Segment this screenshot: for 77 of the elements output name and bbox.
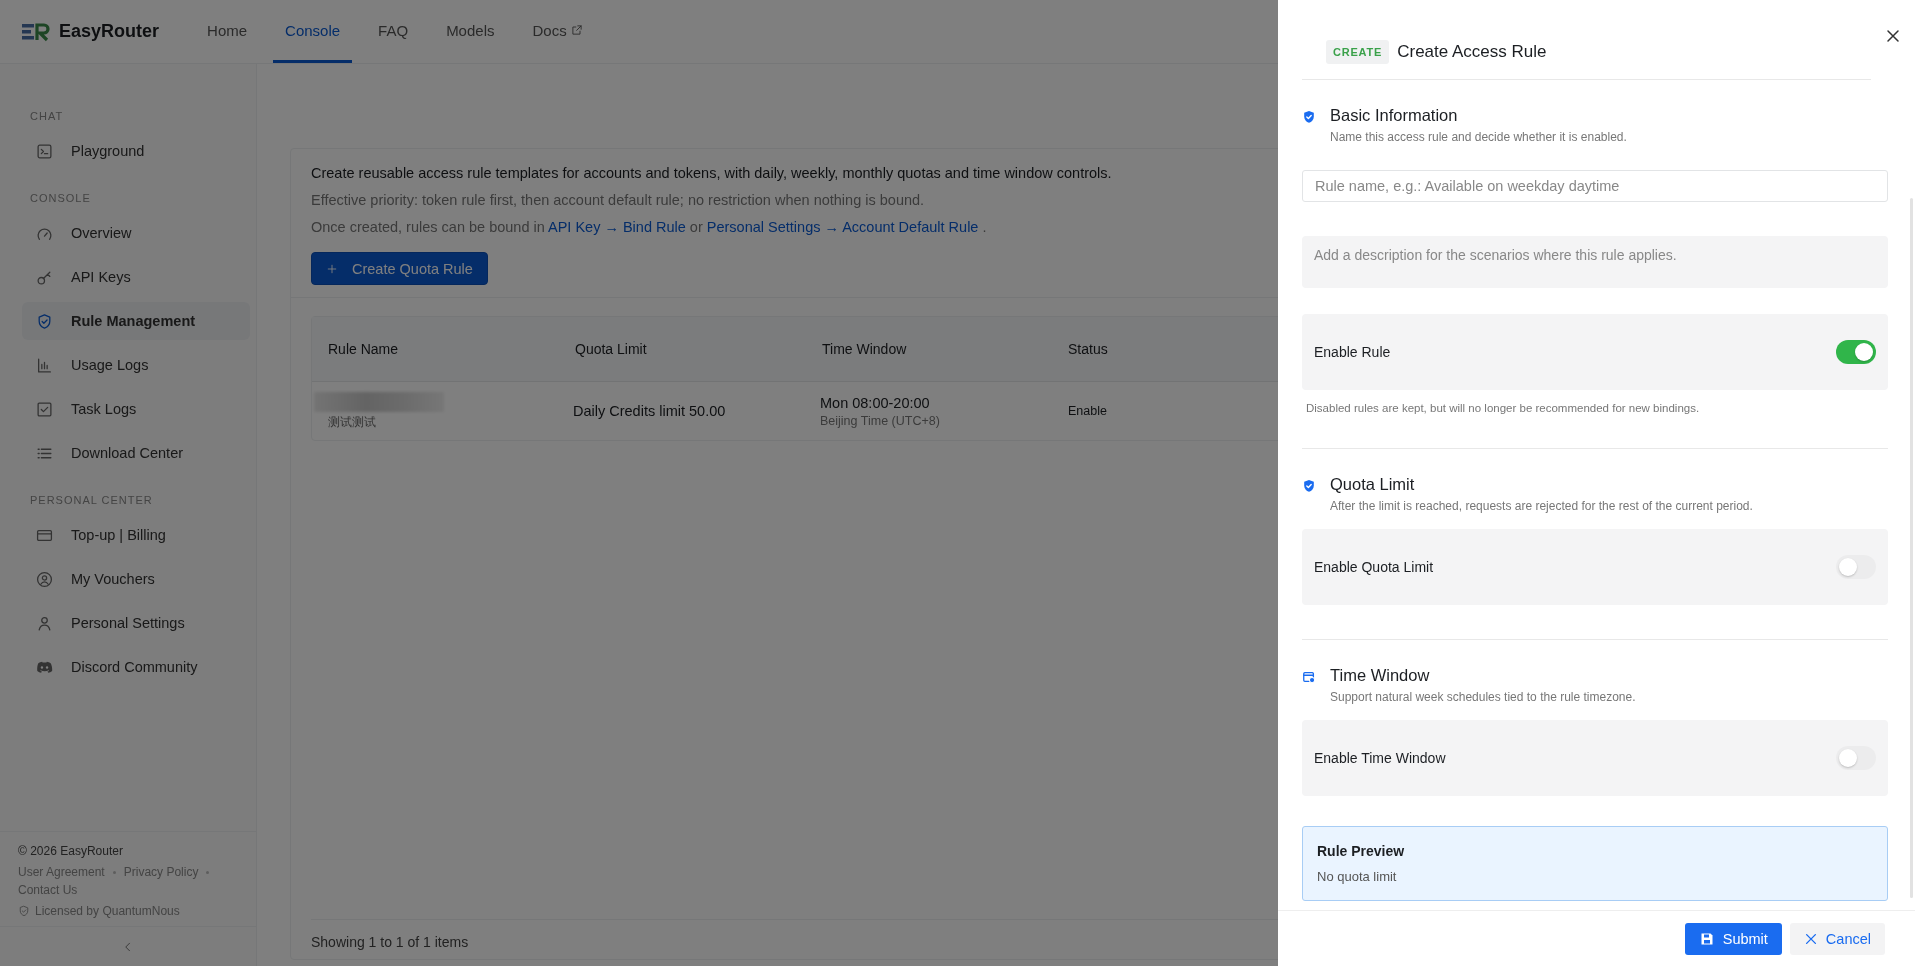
user-circle-icon xyxy=(36,570,53,588)
section-description: Name this access rule and decide whether it is enabled. xyxy=(1330,130,1627,144)
sidebar-item[interactable]: Playground xyxy=(22,132,250,170)
logo-icon xyxy=(22,21,52,42)
create-rule-button[interactable]: Create Quota Rule xyxy=(311,252,488,285)
pagination-summary: Showing 1 to 1 of 1 items xyxy=(311,934,469,950)
table-cell-text: 测试测试 xyxy=(327,413,377,431)
description-field[interactable]: Add a description for the scenarios where this rule applies. xyxy=(1302,236,1888,288)
calendar-icon xyxy=(1302,670,1316,684)
preview-title: Rule Preview xyxy=(1317,843,1406,859)
section-description: Support natural week schedules tied to the rule timezone. xyxy=(1330,690,1636,704)
sidebar-item[interactable]: Discord Community xyxy=(22,648,250,686)
section-heading: CONSOLE xyxy=(30,192,92,204)
sidebar-item[interactable]: Usage Logs xyxy=(22,346,250,384)
drawer-title: Create Access Rule xyxy=(1397,42,1547,62)
toggle-label: Enable Time Window xyxy=(1314,750,1446,766)
nav-tab[interactable]: Console xyxy=(273,0,353,63)
external-link-icon xyxy=(570,24,583,36)
hint-text: Disabled rules are kept, but will no longer be recommended for new bindings. xyxy=(1306,402,1701,414)
shield-icon xyxy=(36,312,53,330)
shield-icon xyxy=(18,905,30,917)
rule-name-field[interactable]: Rule name, e.g.: Available on weekday daytime xyxy=(1302,170,1888,202)
close-button[interactable] xyxy=(1885,28,1901,44)
nav-tab[interactable]: Home xyxy=(195,0,260,63)
sidebar-item[interactable]: Overview xyxy=(22,214,250,252)
table-cell-text: Daily Credits limit 50.00 xyxy=(572,403,727,419)
shield-check-icon xyxy=(1302,110,1316,124)
bar-chart-icon xyxy=(36,356,53,374)
cancel-button[interactable]: Cancel xyxy=(1789,922,1885,955)
toggle-label: Enable Quota Limit xyxy=(1314,559,1434,575)
toggle-switch[interactable] xyxy=(1836,746,1876,770)
column-header: Quota Limit xyxy=(574,341,648,357)
section-title: Time Window xyxy=(1330,666,1431,685)
sidebar-item[interactable]: Task Logs xyxy=(22,390,250,428)
default-rule-link[interactable]: Personal Settings → Account Default Rule xyxy=(706,219,979,235)
section-heading: PERSONAL CENTER xyxy=(30,494,154,506)
column-header: Time Window xyxy=(821,341,908,357)
column-header: Status xyxy=(1067,341,1109,357)
close-icon xyxy=(1803,931,1818,946)
sidebar-item[interactable]: API Keys xyxy=(22,258,250,296)
license-text: Licensed by QuantumNous xyxy=(35,904,180,918)
footer-link[interactable]: User Agreement xyxy=(18,865,105,879)
nav-tab[interactable]: Docs xyxy=(520,0,595,63)
brand-name: EasyRouter xyxy=(59,21,160,42)
table-cell-text: Mon 08:00-20:00 xyxy=(820,394,931,411)
copyright-text: © 2026 EasyRouter xyxy=(18,844,124,858)
nav-tab[interactable]: FAQ xyxy=(366,0,421,63)
sidebar-item[interactable]: Download Center xyxy=(22,434,250,472)
sidebar-item[interactable]: My Vouchers xyxy=(22,560,250,598)
bind-rule-link[interactable]: API Key → Bind Rule xyxy=(548,219,686,235)
sidebar-item[interactable]: Top-up | Billing xyxy=(22,516,250,554)
plus-icon xyxy=(326,262,338,275)
section-heading: CHAT xyxy=(30,110,65,122)
submit-button[interactable]: Submit xyxy=(1684,922,1782,955)
toggle-switch[interactable] xyxy=(1836,555,1876,579)
preview-summary: No quota limit xyxy=(1317,869,1398,884)
nav-tab[interactable]: Models xyxy=(434,0,507,63)
timezone-text: Beijing Time (UTC+8) xyxy=(820,413,941,428)
checkbox-icon xyxy=(36,400,53,418)
section-title: Quota Limit xyxy=(1330,475,1416,494)
section-title: Basic Information xyxy=(1330,106,1459,125)
shield-check-icon xyxy=(1302,479,1316,493)
close-icon xyxy=(1885,28,1901,44)
footer-link[interactable]: Privacy Policy xyxy=(123,865,199,879)
intro-text: Create reusable access rule templates for accounts and tokens, with daily, weekly, monthly quotas and time window controls. xyxy=(311,165,1113,181)
toggle-label: Enable Rule xyxy=(1314,344,1391,360)
user-icon xyxy=(36,614,53,632)
priority-text: Effective priority: token rule first, then account default rule; no restriction when nothing is bound. xyxy=(311,192,926,208)
section-description: After the limit is reached, requests are rejected for the rest of the current period. xyxy=(1330,499,1753,513)
status-text: Enable xyxy=(1067,404,1108,418)
binding-text: Once created, rules can be bound in API Key → Bind Rule or Personal Settings → Account Default Rule . xyxy=(311,219,988,235)
column-header: Rule Name xyxy=(327,341,400,357)
sidebar-item[interactable]: Rule Management xyxy=(22,302,250,340)
sidebar-item[interactable]: Personal Settings xyxy=(22,604,250,642)
terminal-icon xyxy=(36,142,53,160)
create-tag: CREATE xyxy=(1326,40,1390,64)
toggle-switch[interactable] xyxy=(1836,340,1876,364)
